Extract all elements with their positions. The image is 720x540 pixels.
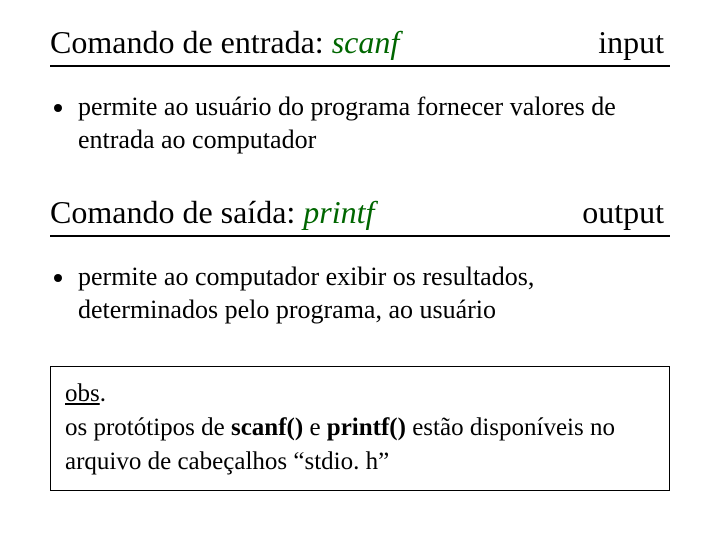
obs-printf: printf() <box>327 414 406 441</box>
heading-output-prefix: Comando de saída: <box>50 194 303 230</box>
obs-box: obs. os protótipos de scanf() e printf()… <box>50 366 670 491</box>
obs-scanf: scanf() <box>231 414 303 441</box>
heading-output-keyword: printf <box>303 194 374 230</box>
obs-mid: e <box>303 414 327 441</box>
heading-output: Comando de saída: printf output <box>50 194 670 237</box>
heading-input-prefix: Comando de entrada: <box>50 24 332 60</box>
heading-output-left: Comando de saída: printf <box>50 194 374 231</box>
heading-input-left: Comando de entrada: scanf <box>50 24 399 61</box>
obs-line-pre: os protótipos de <box>65 414 231 441</box>
bullets-output: permite ao computador exibir os resultad… <box>50 261 670 326</box>
slide: Comando de entrada: scanf input permite … <box>0 0 720 540</box>
bullet-output: permite ao computador exibir os resultad… <box>76 261 664 326</box>
bullets-input: permite ao usuário do programa fornecer … <box>50 91 670 156</box>
bullet-input: permite ao usuário do programa fornecer … <box>76 91 664 156</box>
heading-input-right: input <box>598 24 670 61</box>
heading-output-right: output <box>582 194 670 231</box>
obs-label-suffix: . <box>100 380 106 407</box>
obs-label: obs <box>65 380 100 407</box>
heading-input-keyword: scanf <box>332 24 400 60</box>
heading-input: Comando de entrada: scanf input <box>50 24 670 67</box>
